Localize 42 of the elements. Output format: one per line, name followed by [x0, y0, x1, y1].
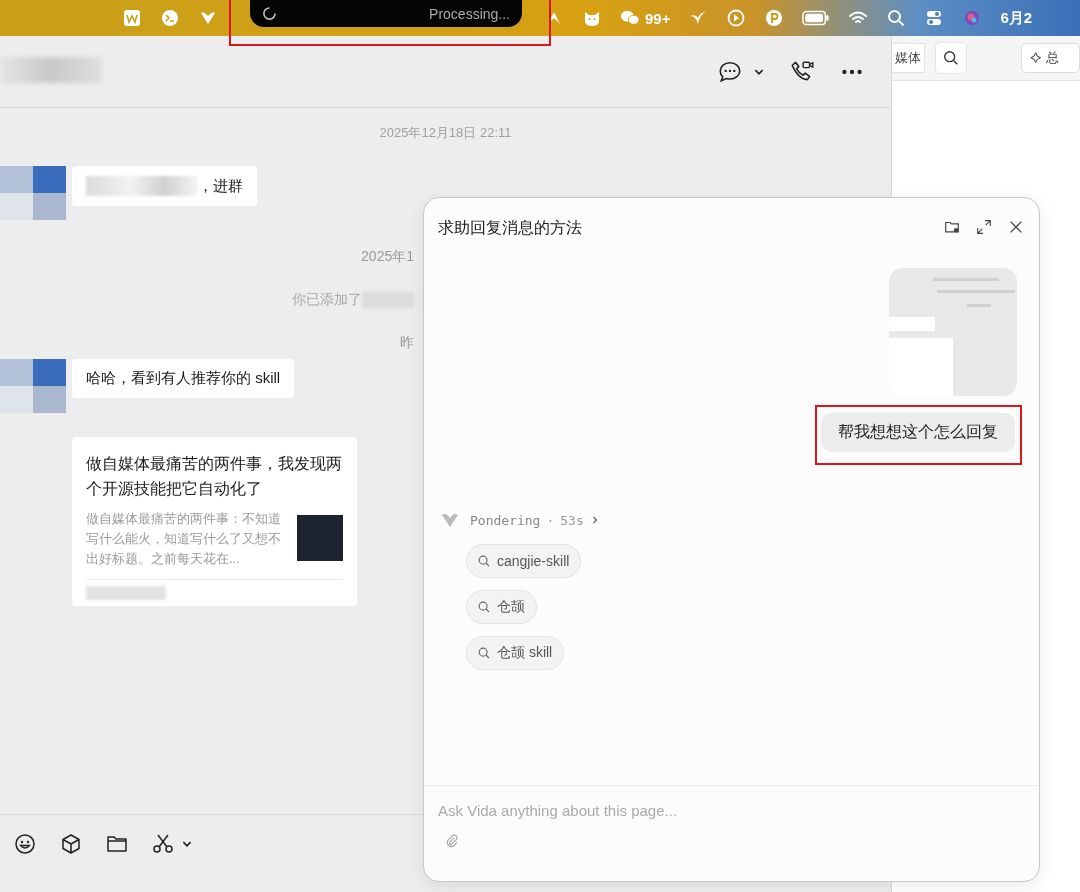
status-label: Pondering — [470, 512, 541, 528]
search-query-chip[interactable]: 仓颉 skill — [466, 636, 565, 670]
user-message: 帮我想想这个怎么回复 — [821, 413, 1015, 452]
search-query-chip[interactable]: 仓颉 — [466, 590, 537, 624]
search-icon — [477, 600, 491, 614]
play-icon[interactable] — [726, 8, 747, 28]
app-icon[interactable] — [122, 8, 142, 28]
summary-button[interactable]: 总 — [1021, 43, 1080, 73]
tab[interactable]: 媒体 — [892, 43, 925, 73]
search-icon[interactable] — [935, 42, 967, 74]
thumbnail-placeholder — [297, 515, 343, 561]
system-notice: 你已添加了 — [292, 291, 362, 309]
terminal-icon[interactable] — [160, 8, 180, 28]
input-field[interactable]: Ask Vida anything about this page... — [438, 802, 838, 819]
unread-count: 99+ — [645, 9, 671, 27]
status-text: Processing... — [429, 5, 510, 22]
battery-icon[interactable] — [802, 9, 831, 27]
duration: 53s — [560, 512, 584, 528]
pixelated-avatar — [0, 166, 66, 220]
separator-dot: · — [546, 512, 555, 528]
message-text: 哈哈，看到有人推荐你的 skill — [86, 369, 281, 388]
chat-bubbles-icon[interactable] — [620, 8, 640, 28]
panel-title: 求助回复消息的方法 — [438, 217, 582, 238]
sparkle-icon — [1030, 51, 1043, 65]
system-notice: 昨 — [400, 334, 414, 352]
search-icon — [477, 554, 491, 568]
search-icon — [477, 646, 491, 660]
search-query-chip[interactable]: cangjie-skill — [466, 544, 582, 578]
emoji-icon[interactable] — [13, 831, 37, 856]
link-card[interactable]: 做自媒体最痛苦的两件事，我发现两个开源技能把它自动化了 做自媒体最痛苦的两件事：不知道写什么能火，知道写什么了又想不出好标题。之前每天花在... — [72, 437, 357, 606]
p-logo-icon[interactable] — [764, 8, 785, 28]
timestamp: 2025年12月18日 22:11 — [378, 124, 513, 142]
card-summary: 做自媒体最痛苦的两件事：不知道写什么能火，知道写什么了又想不出好标题。之前每天花在... — [86, 510, 282, 568]
system-notice: 2025年1 — [361, 248, 414, 266]
expand-icon[interactable] — [975, 218, 993, 236]
message-text: ，进群 — [198, 176, 243, 196]
card-title: 做自媒体最痛苦的两件事，我发现两个开源技能把它自动化了 — [86, 454, 343, 499]
cube-icon[interactable] — [59, 831, 83, 856]
pixelated-avatar — [0, 359, 66, 413]
paperclip-icon[interactable] — [444, 833, 459, 848]
spinner-icon — [262, 6, 277, 21]
clock-text: 6月2 — [1000, 8, 1033, 28]
